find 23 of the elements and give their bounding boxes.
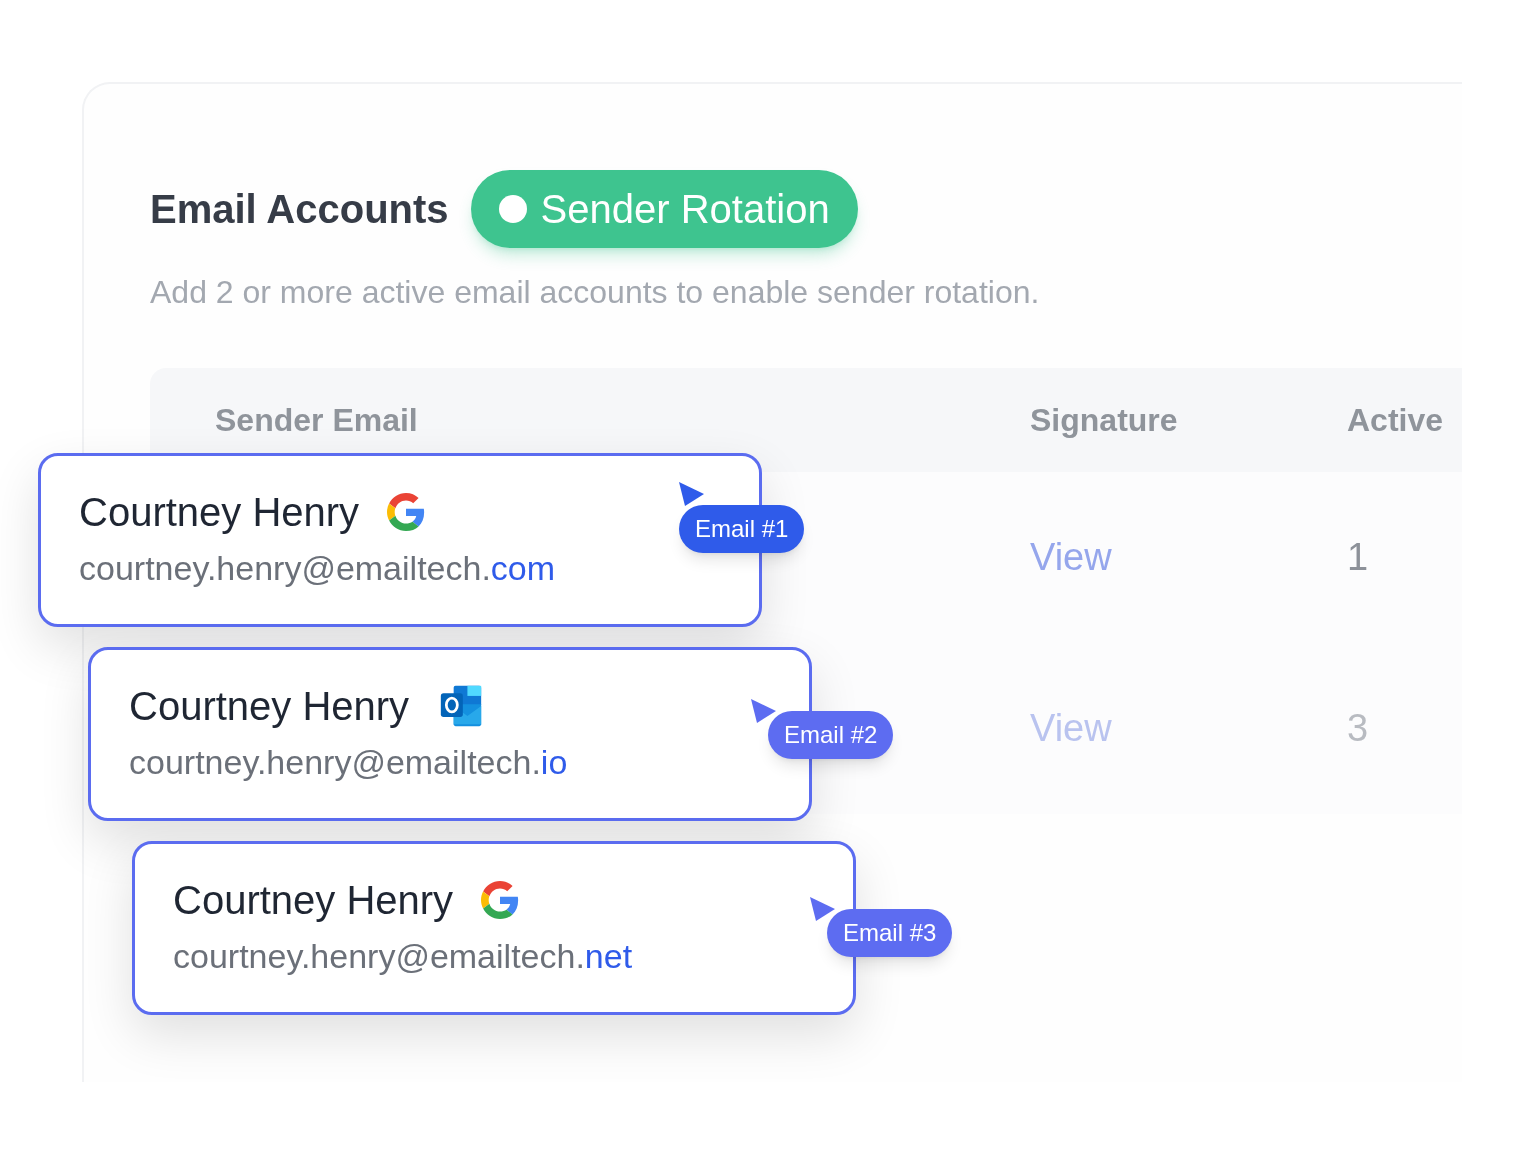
column-header: Sender Email: [215, 401, 418, 440]
email-tag: Email #2: [768, 711, 894, 759]
account-name: Courtney Henry: [79, 489, 360, 536]
email-tag: Email #3: [827, 909, 953, 957]
account-email: courtney.henry@emailtech.com: [79, 548, 557, 589]
cursor-icon: [677, 481, 705, 507]
cursor-icon: [808, 896, 836, 922]
account-name: Courtney Henry: [173, 877, 454, 924]
active-count: 1: [1347, 535, 1370, 580]
description-text: Add 2 or more active email accounts to enable sender rotation.: [150, 273, 1041, 312]
view-link[interactable]: View: [1030, 529, 1347, 586]
google-icon: [387, 493, 426, 531]
view-link[interactable]: View: [1030, 700, 1347, 757]
google-icon: [481, 881, 520, 919]
column-header: Active: [1347, 401, 1444, 440]
account-name: Courtney Henry: [129, 683, 410, 730]
account-email: courtney.henry@emailtech.net: [173, 936, 634, 977]
badge-label: Sender Rotation: [540, 186, 830, 233]
cursor-icon: [749, 698, 777, 724]
column-header: Signature: [1030, 401, 1178, 440]
active-count: 3: [1347, 706, 1370, 751]
section-title: Email Accounts: [150, 186, 449, 233]
account-email: courtney.henry@emailtech.io: [129, 742, 569, 783]
